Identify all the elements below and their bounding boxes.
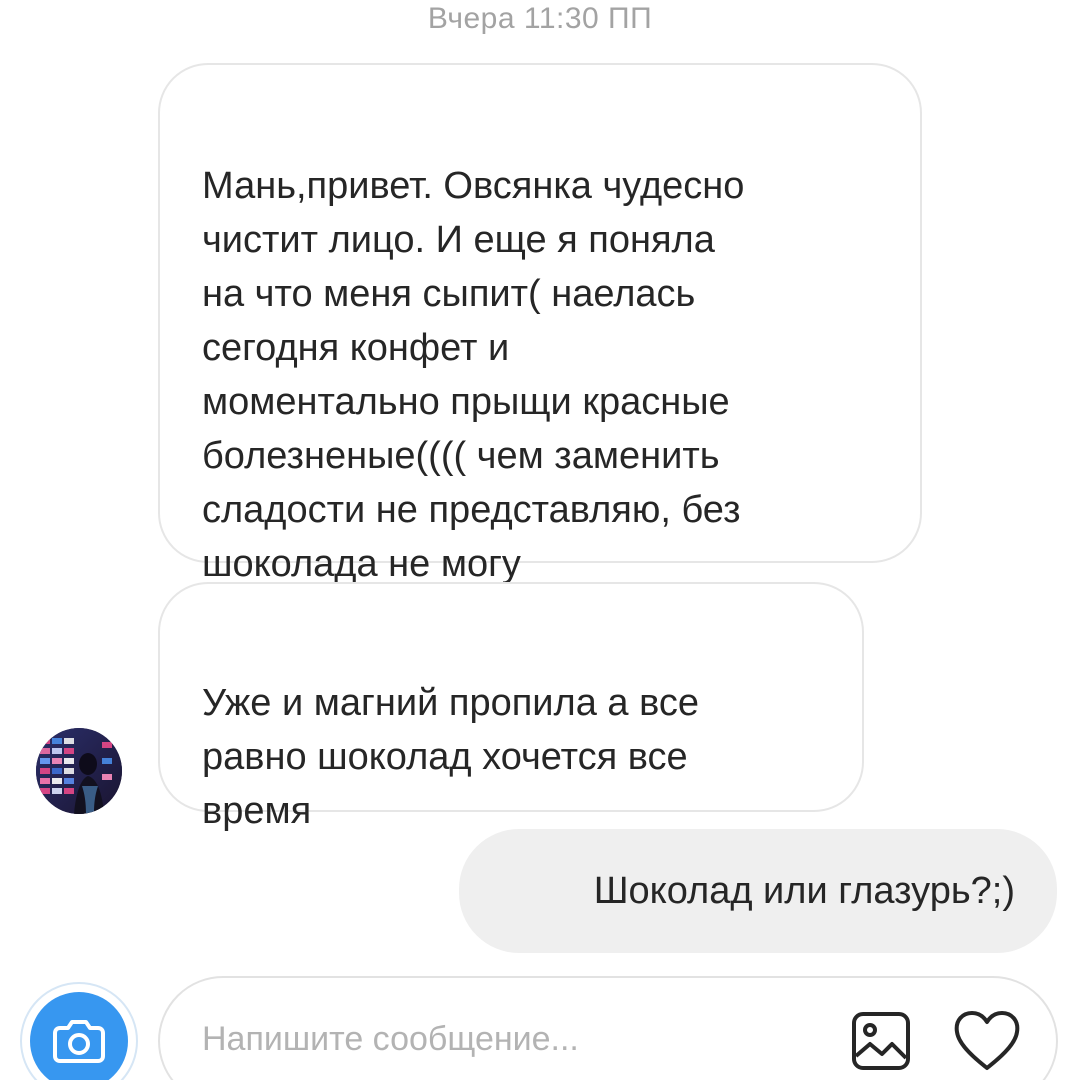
message-timestamp: Вчера 11:30 ПП: [427, 2, 653, 35]
camera-button-ring: [20, 982, 138, 1080]
incoming-message-bubble[interactable]: Уже и магний пропила а все равно шоколад…: [158, 582, 864, 832]
heart-icon[interactable]: [952, 1008, 1022, 1074]
message-composer: Напишите сообщение...: [0, 970, 1080, 1080]
message-input[interactable]: Напишите сообщение...: [158, 976, 1058, 1080]
avatar-image: [36, 728, 122, 814]
gallery-icon[interactable]: [850, 1010, 912, 1072]
sender-avatar[interactable]: [36, 728, 122, 814]
outgoing-message-bubble[interactable]: Шоколад или глазурь?;): [459, 829, 1057, 953]
chat-screen: Вчера 11:30 ПП Мань,привет. Овсянка чуде…: [0, 0, 1080, 1080]
message-text: Мань,привет. Овсянка чудесно чистит лицо…: [202, 165, 745, 585]
incoming-message-bubble[interactable]: Мань,привет. Овсянка чудесно чистит лицо…: [158, 63, 922, 585]
camera-button[interactable]: [30, 992, 128, 1080]
message-input-placeholder: Напишите сообщение...: [202, 1020, 579, 1058]
message-text: Уже и магний пропила а все равно шоколад…: [202, 682, 699, 832]
camera-icon: [53, 1020, 105, 1063]
message-text: Шоколад или глазурь?;): [593, 870, 1015, 912]
